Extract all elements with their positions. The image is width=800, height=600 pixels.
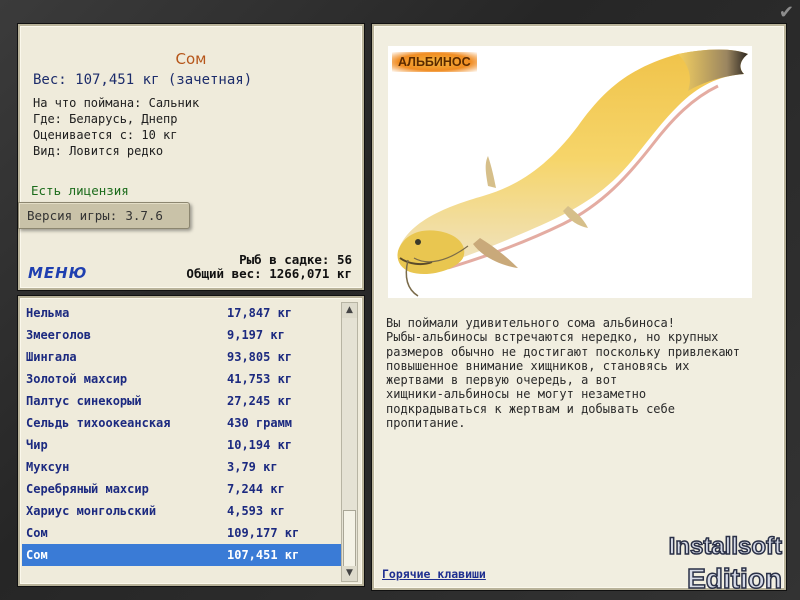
catch-list-row[interactable]: Золотой махсир 41,753 кг <box>22 368 342 390</box>
catch-fish-weight: 17,847 кг <box>227 306 293 320</box>
catch-list-row[interactable]: Палтус синекорый 27,245 кг <box>22 390 342 412</box>
catch-list-row[interactable]: Сельдь тихоокеанская 430 грамм <box>22 412 342 434</box>
license-status: Есть лицензия <box>31 183 129 198</box>
fish-detail-panel: АЛЬБИНОС Вы поймали удивительного сома а… <box>372 24 786 590</box>
description-line: хищники-альбиносы не могут незаметно <box>386 387 647 402</box>
catch-fish-weight: 93,805 кг <box>227 350 293 364</box>
hotkeys-link[interactable]: Горячие клавиши <box>382 567 486 581</box>
check-icon[interactable]: ✔ <box>779 2 794 23</box>
list-scrollbar[interactable]: ▲ ▼ <box>341 302 358 582</box>
albino-catfish-image: АЛЬБИНОС <box>388 46 752 298</box>
description-line: Вы поймали удивительного сома альбиноса! <box>386 316 675 330</box>
catch-fish-name: Сом <box>26 548 48 562</box>
catch-fish-name: Змееголов <box>26 328 92 342</box>
fish-count: Рыб в садке: 56 <box>239 252 352 267</box>
menu-button[interactable]: МЕНЮ <box>28 264 87 282</box>
catch-fish-name: Серебряный махсир <box>26 482 149 496</box>
catch-fish-name: Нельма <box>26 306 70 320</box>
catch-fish-name: Шингала <box>26 350 77 364</box>
catch-fish-weight: 9,197 кг <box>227 328 285 342</box>
catch-list-row[interactable]: Хариус монгольский 4,593 кг <box>22 500 342 522</box>
description-line: Рыбы-альбиносы встречаются нередко, но к… <box>386 330 719 345</box>
description-line: подкрадываться к жертвам и добывать себе <box>386 401 675 416</box>
catch-list-row[interactable]: Нельма 17,847 кг <box>22 302 342 324</box>
description-line: размеров обычно не достигают поскольку п… <box>386 344 741 359</box>
catch-fish-weight: 4,593 кг <box>227 504 285 518</box>
fish-title: Сом <box>175 50 207 68</box>
catch-list-row[interactable]: Серебряный махсир 7,244 кг <box>22 478 342 500</box>
catch-fish-name: Хариус монгольский <box>26 504 157 518</box>
catch-fish-weight: 3,79 кг <box>227 460 278 474</box>
catch-fish-weight: 27,245 кг <box>227 394 293 408</box>
scroll-thumb[interactable] <box>343 510 356 568</box>
description-line: пропитание. <box>386 416 466 431</box>
catch-fish-weight: 10,194 кг <box>227 438 293 452</box>
catch-list: Нельма 17,847 кг Змееголов 9,197 кг Шингала 9… <box>22 302 342 566</box>
fish-weight: Вес: 107,451 кг (зачетная) <box>33 72 253 88</box>
bait-info: На что поймана: Сальник <box>33 96 200 110</box>
catch-fish-weight: 430 грамм <box>227 416 293 430</box>
catch-list-row[interactable]: Муксун 3,79 кг <box>22 456 342 478</box>
catch-fish-name: Муксун <box>26 460 70 474</box>
scroll-up-arrow-icon[interactable]: ▲ <box>342 303 357 318</box>
catch-fish-name: Палтус синекорый <box>26 394 142 408</box>
catch-list-row[interactable]: Шингала 93,805 кг <box>22 346 342 368</box>
albino-badge: АЛЬБИНОС <box>392 52 477 72</box>
catch-fish-name: Сом <box>26 526 48 540</box>
rarity-info: Вид: Ловится редко <box>33 144 164 158</box>
location-info: Где: Беларусь, Днепр <box>33 112 178 126</box>
catch-list-row[interactable]: Змееголов 9,197 кг <box>22 324 342 346</box>
fish-description: Вы поймали удивительного сома альбиноса!… <box>386 316 766 430</box>
total-weight: Общий вес: 1266,071 кг <box>186 266 352 281</box>
valued-from-info: Оценивается с: 10 кг <box>33 128 178 142</box>
catch-fish-name: Золотой махсир <box>26 372 128 386</box>
version-badge: Версия игры: 3.7.6 <box>18 202 190 229</box>
version-value: 3.7.6 <box>125 208 163 223</box>
catch-fish-weight: 41,753 кг <box>227 372 293 386</box>
fish-info-panel: Сом Вес: 107,451 кг (зачетная) На что по… <box>18 24 364 290</box>
description-line: жертвами в первую очередь, а вот <box>386 373 618 388</box>
game-window: ✔ Сом Вес: 107,451 кг (зачетная) На что … <box>0 0 800 600</box>
catfish-illustration <box>397 49 748 297</box>
catch-list-row[interactable]: Сом 109,177 кг <box>22 522 342 544</box>
scroll-down-arrow-icon[interactable]: ▼ <box>342 566 357 581</box>
catch-fish-weight: 107,451 кг <box>227 548 300 562</box>
catch-fish-weight: 7,244 кг <box>227 482 285 496</box>
catch-fish-name: Чир <box>26 438 48 452</box>
catch-fish-name: Сельдь тихоокеанская <box>26 416 171 430</box>
catch-list-row[interactable]: Сом 107,451 кг <box>22 544 342 566</box>
catch-list-panel: Нельма 17,847 кг Змееголов 9,197 кг Шингала 9… <box>18 296 364 586</box>
version-label: Версия игры: <box>27 208 118 223</box>
catch-fish-weight: 109,177 кг <box>227 526 300 540</box>
catch-list-row[interactable]: Чир 10,194 кг <box>22 434 342 456</box>
description-line: повышенное внимание хищников, становясь … <box>386 358 690 373</box>
